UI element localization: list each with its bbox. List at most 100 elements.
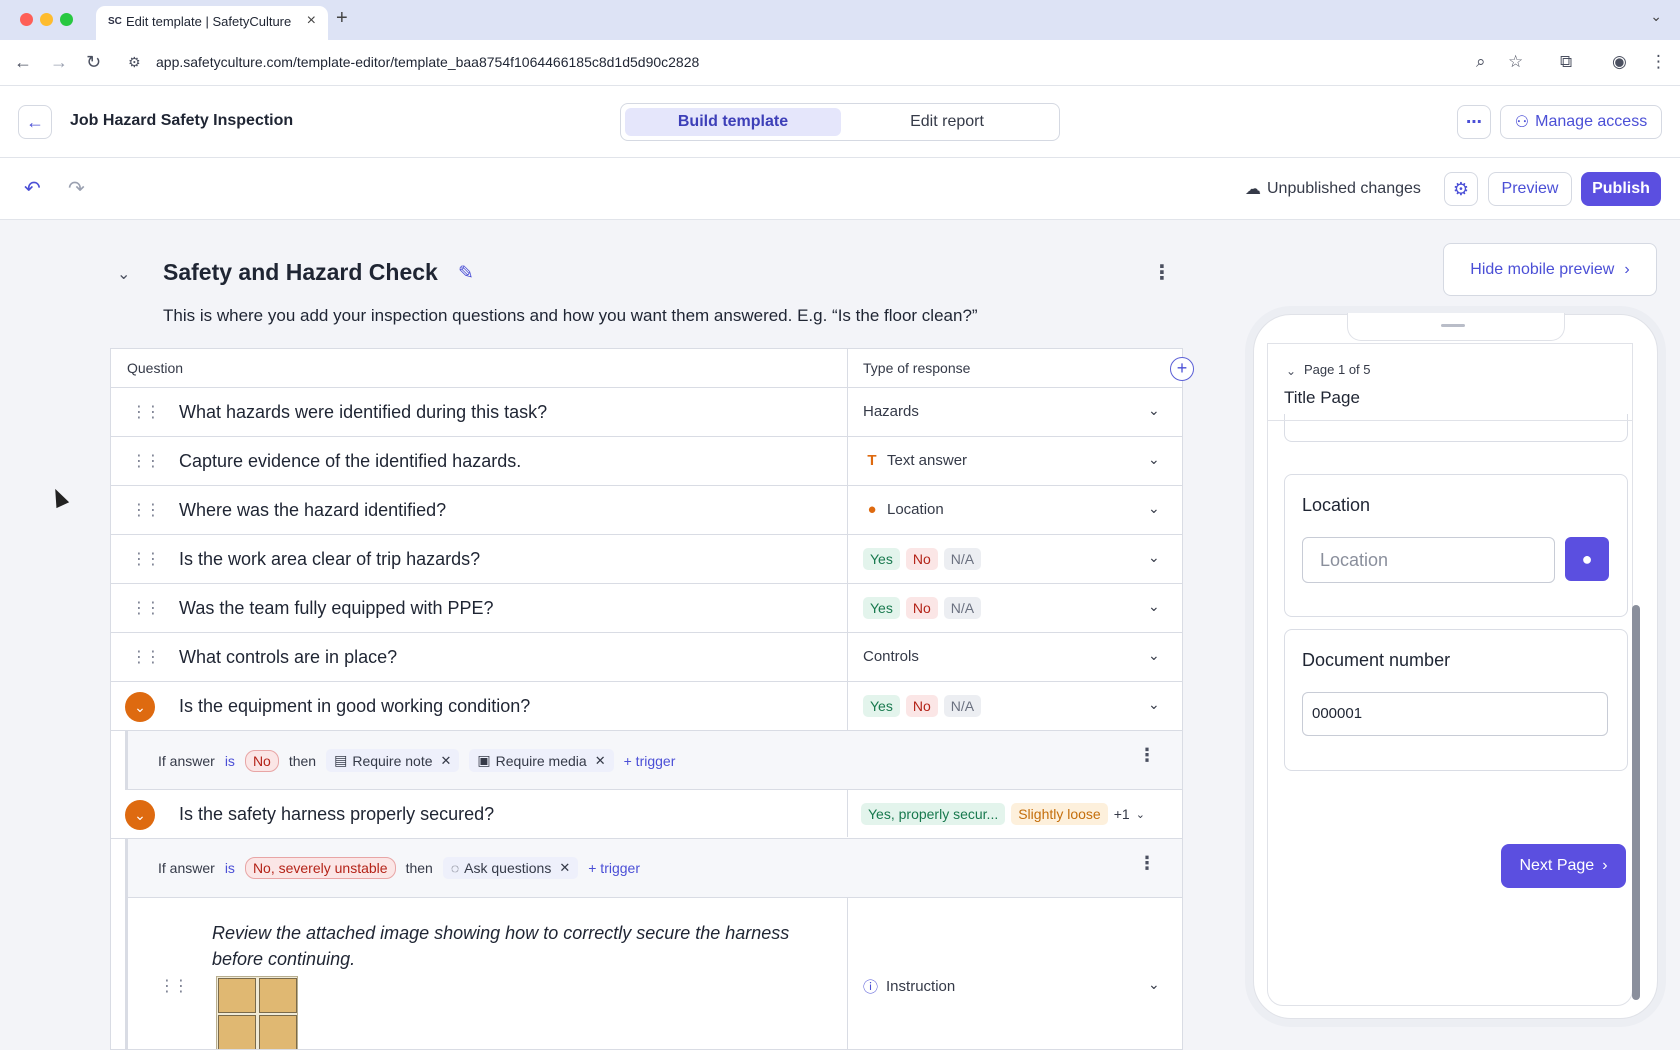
question-row[interactable]: ⋮⋮ Where was the hazard identified? ● Lo… [111,486,1182,535]
site-settings-icon[interactable]: ⚙ [128,54,141,71]
settings-button[interactable]: ⚙ [1444,172,1478,206]
add-trigger-link[interactable]: + trigger [588,860,640,876]
logic-if-label: If answer [158,752,215,769]
add-trigger-link[interactable]: + trigger [624,753,676,769]
drag-handle-icon[interactable]: ⋮⋮ [159,976,189,996]
response-type[interactable]: T Text answer [863,452,967,469]
logic-more-icon[interactable]: ⋮ [1138,853,1156,874]
response-type[interactable]: Controls [863,648,919,665]
question-row[interactable]: ⌄ Is the equipment in good working condi… [111,682,1182,731]
chevron-down-icon[interactable]: ⌄ [1148,549,1160,566]
preview-button[interactable]: Preview [1488,172,1572,206]
logic-toggle-chevron-icon[interactable]: ⌄ [125,692,155,722]
chevron-down-icon[interactable]: ⌄ [1148,696,1160,713]
question-text[interactable]: Is the safety harness properly secured? [179,804,494,825]
logic-toggle-chevron-icon[interactable]: ⌄ [125,800,155,830]
section-more-icon[interactable]: ⋮ [1152,260,1172,285]
harness-instruction-image[interactable] [216,976,298,1049]
question-text[interactable]: Was the team fully equipped with PPE? [179,598,494,619]
back-icon[interactable]: ← [14,52,32,73]
edit-pencil-icon[interactable]: ✎ [458,262,474,285]
tab-edit-report[interactable]: Edit report [839,108,1055,136]
extensions-icon[interactable]: ⧉ [1560,52,1572,72]
question-row[interactable]: ⌄ Is the safety harness properly secured… [111,790,1182,839]
location-input[interactable]: Location [1302,537,1555,583]
drag-handle-icon[interactable]: ⋮⋮ [131,451,161,471]
logic-operator[interactable]: is [225,753,235,769]
chevron-down-icon[interactable]: ⌄ [1148,976,1160,993]
chevron-down-icon[interactable]: ⌄ [1148,451,1160,468]
response-type[interactable]: ⓘ Instruction [863,976,955,997]
page-collapse-chevron-icon[interactable]: ⌄ [1286,364,1296,378]
question-text[interactable]: Where was the hazard identified? [179,500,446,521]
minimize-window-button[interactable] [40,13,53,26]
remove-chip-icon[interactable]: ✕ [595,753,606,769]
drag-handle-icon[interactable]: ⋮⋮ [131,598,161,618]
chevron-down-icon[interactable]: ⌄ [1136,808,1145,821]
logic-more-icon[interactable]: ⋮ [1138,745,1156,766]
instruction-row[interactable]: Review the attached image showing how to… [125,898,1182,1049]
undo-icon[interactable]: ↶ [24,176,41,201]
add-column-button[interactable]: + [1170,357,1194,381]
drag-handle-icon[interactable]: ⋮⋮ [131,500,161,520]
profile-icon[interactable]: ◉ [1612,52,1627,72]
chevron-down-icon[interactable]: ⌄ [1148,598,1160,615]
editor-toolbar: ↶ ↷ ☁ Unpublished changes ⚙ Preview Publ… [0,158,1680,220]
response-type[interactable]: Yes No N/A [863,597,982,619]
drag-handle-icon[interactable]: ⋮⋮ [131,549,161,569]
publish-button[interactable]: Publish [1581,172,1661,206]
collapse-section-chevron-icon[interactable]: ⌄ [117,264,130,284]
chevron-down-icon[interactable]: ⌄ [1148,402,1160,419]
manage-access-button[interactable]: ⚇ Manage access [1500,105,1662,139]
redo-icon[interactable]: ↷ [68,176,85,201]
next-page-button[interactable]: Next Page › [1501,844,1626,888]
response-type[interactable]: Yes, properly secur... Slightly loose +1… [861,803,1145,825]
logic-answer[interactable]: No [244,749,279,772]
question-row[interactable]: ⋮⋮ Capture evidence of the identified ha… [111,437,1182,486]
close-tab-icon[interactable]: × [307,12,316,30]
close-window-button[interactable] [20,13,33,26]
question-text[interactable]: Is the equipment in good working conditi… [179,696,530,717]
bookmark-star-icon[interactable]: ☆ [1508,52,1523,72]
new-tab-icon[interactable]: + [336,7,348,30]
instruction-text[interactable]: Review the attached image showing how to… [212,920,812,972]
more-options-button[interactable]: ⋯ [1457,105,1491,139]
trigger-chip-require-media[interactable]: ▣ Require media ✕ [469,749,614,772]
question-row[interactable]: ⋮⋮ What controls are in place? Controls … [111,633,1182,682]
remove-chip-icon[interactable]: ✕ [559,860,570,876]
response-type[interactable]: Yes No N/A [863,695,982,717]
back-button[interactable]: ← [18,105,52,139]
chevron-down-icon[interactable]: ⌄ [1148,500,1160,517]
question-text[interactable]: Is the work area clear of trip hazards? [179,549,480,570]
zoom-icon[interactable]: ⌕ [1476,52,1486,72]
logic-operator[interactable]: is [225,860,235,876]
browser-menu-icon[interactable]: ⋮ [1650,52,1667,72]
question-text[interactable]: What controls are in place? [179,647,397,668]
question-text[interactable]: Capture evidence of the identified hazar… [179,451,521,472]
document-number-input[interactable]: 000001 [1302,692,1608,736]
question-row[interactable]: ⋮⋮ Is the work area clear of trip hazard… [111,535,1182,584]
hide-mobile-preview-button[interactable]: Hide mobile preview › [1443,243,1657,296]
url-field[interactable]: app.safetyculture.com/template-editor/te… [156,54,699,70]
trigger-chip-require-note[interactable]: ▤ Require note ✕ [326,749,460,772]
preview-scrollbar[interactable] [1632,605,1640,1000]
trigger-chip-ask-questions[interactable]: ◌ Ask questions ✕ [442,857,579,879]
tab-build-template[interactable]: Build template [625,108,841,136]
question-row[interactable]: ⋮⋮ Was the team fully equipped with PPE?… [111,584,1182,633]
forward-icon[interactable]: → [50,52,68,73]
browser-tab[interactable]: SC Edit template | SafetyCulture × [96,6,328,40]
location-pin-button[interactable]: ● [1565,537,1609,581]
logic-answer[interactable]: No, severely unstable [244,857,396,879]
reload-icon[interactable]: ↻ [86,52,101,73]
chevron-down-icon[interactable]: ⌄ [1148,647,1160,664]
response-type[interactable]: Yes No N/A [863,548,982,570]
question-text[interactable]: What hazards were identified during this… [179,402,547,423]
drag-handle-icon[interactable]: ⋮⋮ [131,402,161,422]
tab-list-chevron-icon[interactable]: ⌄ [1650,8,1662,25]
response-type[interactable]: Hazards [863,403,919,420]
question-row[interactable]: ⋮⋮ What hazards were identified during t… [111,388,1182,437]
drag-handle-icon[interactable]: ⋮⋮ [131,647,161,667]
response-type[interactable]: ● Location [863,501,943,518]
remove-chip-icon[interactable]: ✕ [441,753,452,769]
maximize-window-button[interactable] [60,13,73,26]
